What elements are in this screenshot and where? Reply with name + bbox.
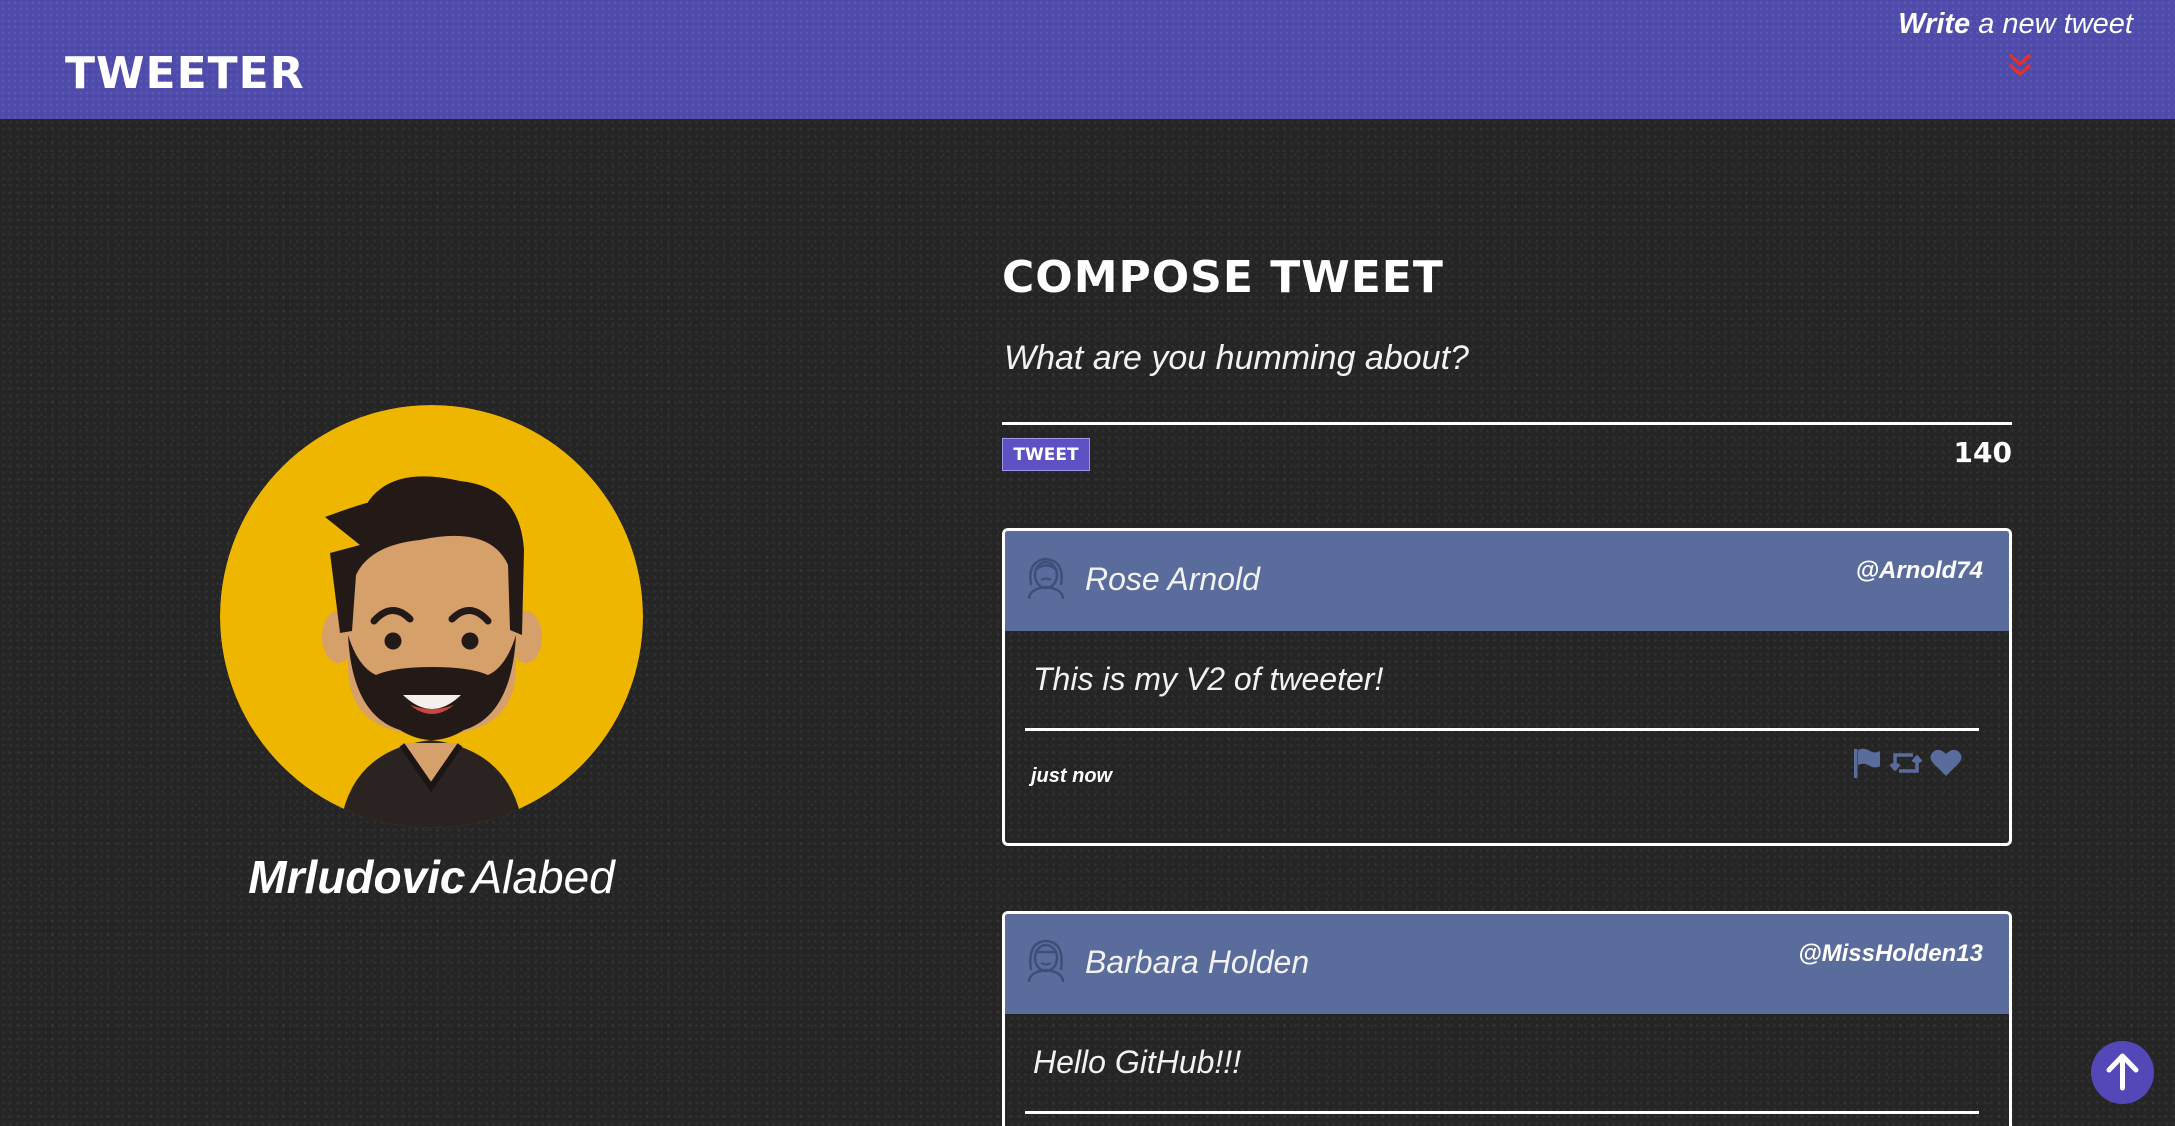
- double-chevron-down-icon[interactable]: [2006, 52, 2034, 80]
- tweet-card: Barbara Holden @MissHolden13 Hello GitHu…: [1002, 911, 2012, 1126]
- flag-icon[interactable]: [1849, 746, 1883, 780]
- tweet-author-name: Barbara Holden: [1085, 944, 1310, 980]
- tweet-timestamp: just now: [1031, 765, 1113, 787]
- tweet-header: Barbara Holden @MissHolden13: [1005, 914, 2009, 1014]
- navbar: TWEETER Write a new tweet: [0, 0, 2175, 119]
- brand-logo[interactable]: TWEETER: [65, 48, 305, 99]
- write-new-tweet-link[interactable]: Write a new tweet: [1898, 8, 2133, 41]
- tweet-submit-button[interactable]: TWEET: [1002, 438, 1090, 471]
- arrow-up-icon: [2106, 1053, 2139, 1091]
- tweet-author-name: Rose Arnold: [1085, 561, 1260, 597]
- heart-icon[interactable]: [1929, 746, 1963, 780]
- compose-title: COMPOSE TWEET: [1002, 252, 1444, 303]
- profile-avatar: [220, 405, 643, 828]
- profile-name: Mrludovic Alabed: [220, 850, 643, 904]
- woman-avatar-icon: [1027, 557, 1065, 600]
- tweet-header: Rose Arnold @Arnold74: [1005, 531, 2009, 631]
- tweet-card: Rose Arnold @Arnold74 This is my V2 of t…: [1002, 528, 2012, 846]
- write-link-rest: a new tweet: [1978, 8, 2133, 40]
- profile-first-name: Mrludovic: [248, 851, 466, 903]
- scroll-to-top-button[interactable]: [2091, 1041, 2154, 1104]
- tweet-actions: [1849, 746, 1963, 780]
- retweet-icon[interactable]: [1889, 746, 1923, 780]
- character-counter: 140: [1953, 436, 2012, 469]
- bearded-man-avatar-icon: [220, 405, 643, 828]
- tweet-footer: just now: [1005, 731, 2009, 835]
- tweet-author-handle: @Arnold74: [1855, 557, 1983, 584]
- tweet-text: This is my V2 of tweeter!: [1025, 631, 1979, 731]
- write-link-bold: Write: [1898, 8, 1971, 40]
- profile-last-name: Alabed: [471, 851, 615, 903]
- compose-tweet-input[interactable]: [1002, 335, 2012, 425]
- woman-avatar-icon: [1027, 939, 1065, 983]
- tweet-author-handle: @MissHolden13: [1798, 940, 1983, 967]
- tweet-text: Hello GitHub!!!: [1025, 1014, 1979, 1114]
